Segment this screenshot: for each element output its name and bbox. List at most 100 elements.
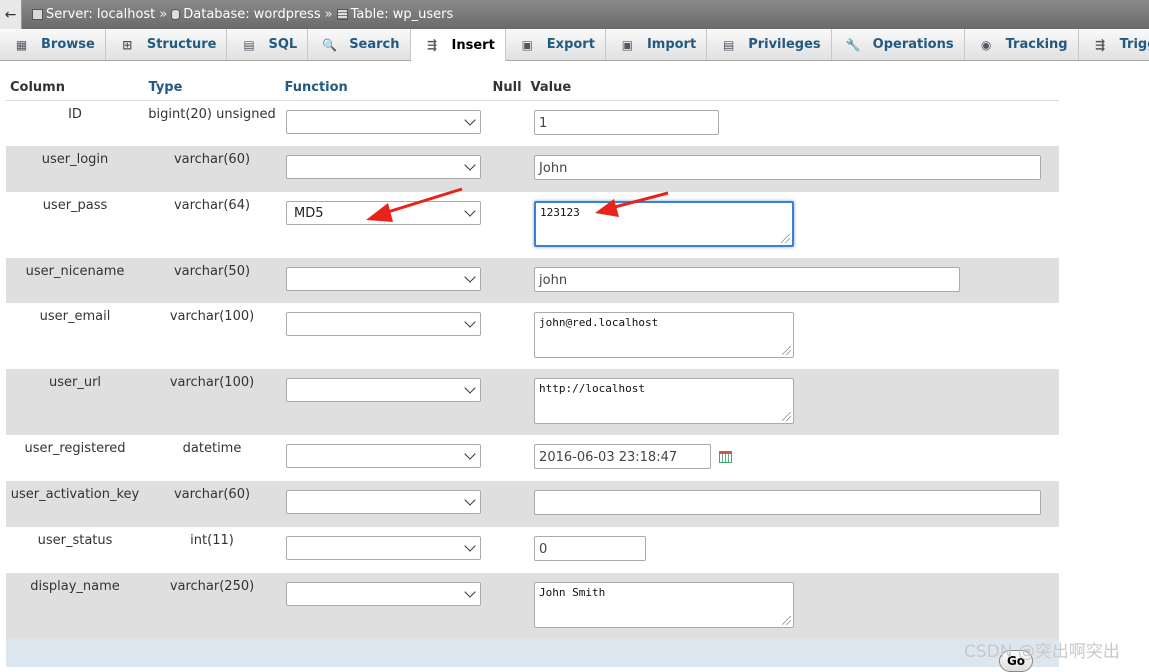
tab-label: Structure xyxy=(146,37,217,52)
column-type: varchar(250) xyxy=(144,573,280,639)
value-textarea[interactable]: john@red.localhost xyxy=(534,312,795,358)
table-row: ID bigint(20) unsigned 1 xyxy=(6,100,1059,146)
tab-label: Tracking xyxy=(1005,37,1068,52)
datetime-input[interactable]: 2016-06-03 23:18:47 xyxy=(534,444,712,469)
tab-triggers[interactable]: ⇶ Triggers xyxy=(1079,29,1149,60)
export-icon: ▣ xyxy=(521,37,533,52)
breadcrumb-server[interactable]: Server: localhost xyxy=(46,7,155,22)
wrench-icon: 🔧 xyxy=(845,37,861,52)
chevron-down-icon xyxy=(464,586,476,598)
calendar-icon[interactable] xyxy=(719,450,733,463)
null-cell xyxy=(488,435,527,481)
value-header: Value xyxy=(526,75,1060,101)
table-icon xyxy=(336,9,348,20)
value-text: john@red.localhost xyxy=(539,316,659,329)
eye-icon: ◉ xyxy=(980,37,992,52)
tab-privileges[interactable]: ▤ Privileges xyxy=(707,29,832,60)
value-text: http://localhost xyxy=(539,382,646,395)
column-name: user_status xyxy=(6,527,144,573)
tab-label: Operations xyxy=(872,37,954,52)
column-name: user_url xyxy=(6,369,144,435)
column-name: ID xyxy=(6,100,144,146)
tab-operations[interactable]: 🔧 Operations xyxy=(832,29,965,60)
server-icon xyxy=(32,9,43,20)
chevron-down-icon xyxy=(464,113,476,126)
tab-sql[interactable]: ▤ SQL xyxy=(227,29,309,60)
null-cell xyxy=(488,100,527,146)
table-row: user_url varchar(100) http://localhost xyxy=(6,369,1059,435)
type-header[interactable]: Type xyxy=(144,75,281,101)
column-name: display_name xyxy=(6,573,144,639)
value-input[interactable]: john xyxy=(534,267,961,292)
column-name: user_registered xyxy=(6,435,144,481)
breadcrumb-database[interactable]: Database: wordpress xyxy=(183,7,320,22)
tab-search[interactable]: 🔍 Search xyxy=(308,29,411,60)
table-row: user_status int(11) 0 xyxy=(6,527,1059,573)
column-name: user_nicename xyxy=(6,258,144,303)
insert-icon: ⇶ xyxy=(426,38,438,52)
null-cell xyxy=(488,527,527,573)
function-select[interactable] xyxy=(286,378,481,402)
null-cell xyxy=(488,481,527,527)
resize-grip-icon[interactable] xyxy=(781,234,791,243)
tab-browse[interactable]: ▦ Browse xyxy=(0,29,106,60)
tab-label: Browse xyxy=(41,37,95,52)
privileges-icon: ▤ xyxy=(723,37,735,52)
sql-icon: ▤ xyxy=(243,37,255,52)
tab-import[interactable]: ▣ Import xyxy=(606,29,708,60)
resize-grip-icon[interactable] xyxy=(782,346,792,355)
value-textarea[interactable]: http://localhost xyxy=(534,378,795,424)
function-select[interactable] xyxy=(286,582,481,606)
tab-export[interactable]: ▣ Export xyxy=(506,29,606,60)
tab-structure[interactable]: ⊞ Structure xyxy=(106,29,228,60)
tab-label: Export xyxy=(546,37,595,52)
watermark: CSDN @突出啊突出 xyxy=(964,642,1120,662)
tab-tracking[interactable]: ◉ Tracking xyxy=(965,29,1079,60)
tab-insert[interactable]: ⇶ Insert xyxy=(410,29,506,61)
value-input[interactable] xyxy=(534,490,1042,515)
column-type: bigint(20) unsigned xyxy=(144,100,280,146)
chevron-down-icon xyxy=(464,316,476,328)
tab-label: Insert xyxy=(451,37,495,53)
import-icon: ▣ xyxy=(621,37,634,52)
table-row: user_activation_key varchar(60) xyxy=(6,481,1059,527)
function-select[interactable] xyxy=(286,490,481,514)
value-input[interactable]: John xyxy=(534,155,1042,180)
function-select[interactable] xyxy=(286,312,481,336)
value-textarea[interactable]: John Smith xyxy=(534,582,795,628)
form-footer xyxy=(6,639,1059,667)
table-row: user_login varchar(60) John xyxy=(6,146,1059,192)
function-select[interactable] xyxy=(286,155,481,179)
null-cell xyxy=(488,573,527,639)
null-cell xyxy=(488,369,527,435)
function-select[interactable] xyxy=(286,536,481,560)
tab-label: SQL xyxy=(268,37,298,52)
chevron-down-icon xyxy=(464,159,476,171)
column-type: varchar(100) xyxy=(144,303,280,369)
value-input[interactable]: 0 xyxy=(534,536,647,561)
null-cell xyxy=(488,146,527,192)
value-textarea[interactable]: 123123 xyxy=(534,201,795,247)
null-cell xyxy=(488,258,527,303)
table-row: user_registered datetime 2016-06-03 23:1… xyxy=(6,435,1059,481)
function-select[interactable] xyxy=(286,109,481,134)
breadcrumb-table[interactable]: Table: wp_users xyxy=(351,7,454,22)
breadcrumb-separator: » xyxy=(159,7,168,22)
function-select[interactable]: MD5 xyxy=(286,201,481,225)
table-row: display_name varchar(250) John Smith xyxy=(6,573,1059,639)
resize-grip-icon[interactable] xyxy=(782,616,792,625)
value-text: 123123 xyxy=(540,206,580,219)
column-type: varchar(64) xyxy=(144,192,280,258)
value-input[interactable]: 1 xyxy=(534,109,720,135)
resize-grip-icon[interactable] xyxy=(782,412,792,421)
tab-bar: ▦ Browse ⊞ Structure ▤ SQL 🔍 Search ⇶ Insert … xyxy=(0,29,1149,61)
null-header: Null xyxy=(488,75,527,101)
function-select[interactable] xyxy=(286,444,481,468)
null-cell xyxy=(488,303,527,369)
browse-icon: ▦ xyxy=(15,37,28,52)
function-select[interactable] xyxy=(286,267,481,291)
back-arrow-icon[interactable]: ← xyxy=(0,0,22,29)
function-header[interactable]: Function xyxy=(280,75,489,101)
column-name: user_activation_key xyxy=(6,481,144,527)
column-type: varchar(50) xyxy=(144,258,280,303)
